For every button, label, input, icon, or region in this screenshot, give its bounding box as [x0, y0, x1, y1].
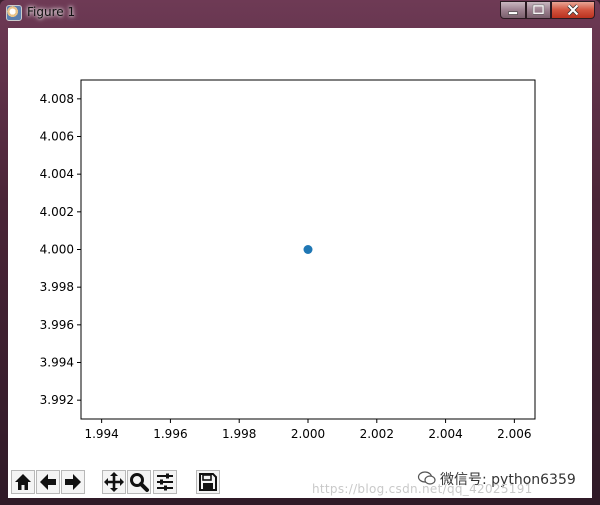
- figure-canvas: 1.994 1.996 1.998 2.000 2.002 2.004 2.006 3.99…: [8, 28, 592, 498]
- save-icon: [199, 473, 217, 491]
- y-tick-label: 3.998: [40, 280, 74, 294]
- title-bar[interactable]: Figure 1: [0, 0, 600, 26]
- scatter-point: [303, 245, 313, 254]
- y-tick-label: 4.006: [40, 130, 74, 144]
- x-tick-label: 1.994: [84, 427, 118, 441]
- forward-button[interactable]: [61, 470, 85, 494]
- zoom-button[interactable]: [127, 470, 151, 494]
- zoom-icon: [130, 473, 149, 492]
- y-tick-label: 4.002: [40, 205, 74, 219]
- x-tick-label: 2.002: [360, 427, 394, 441]
- pan-button[interactable]: [102, 470, 126, 494]
- figure-window: Figure 1 1.994 1.996 1.998 2.000 2.002 2.004 2…: [0, 0, 600, 505]
- scatter-chart[interactable]: 1.994 1.996 1.998 2.000 2.002 2.004 2.006 3.99…: [8, 28, 592, 468]
- x-tick-label: 2.004: [428, 427, 462, 441]
- y-tick-label: 3.994: [40, 356, 74, 370]
- app-icon: [6, 5, 22, 21]
- x-tick-label: 2.000: [291, 427, 325, 441]
- minimize-icon: [508, 11, 518, 15]
- y-tick-label: 4.008: [40, 92, 74, 106]
- watermark-url: https://blog.csdn.net/qq_42025191: [312, 482, 533, 496]
- pan-icon: [104, 472, 124, 492]
- configure-subplots-button[interactable]: [153, 470, 177, 494]
- back-arrow-icon: [40, 474, 56, 490]
- window-title: Figure 1: [27, 5, 76, 19]
- x-tick-label: 1.996: [153, 427, 187, 441]
- x-tick-label: 2.006: [497, 427, 531, 441]
- forward-arrow-icon: [65, 474, 81, 490]
- y-tick-label: 3.996: [40, 318, 74, 332]
- home-button[interactable]: [11, 470, 35, 494]
- y-tick-label: 4.000: [40, 243, 74, 257]
- back-button[interactable]: [36, 470, 60, 494]
- subplots-config-icon: [157, 473, 173, 491]
- close-icon: [567, 4, 579, 16]
- x-tick-label: 1.998: [222, 427, 256, 441]
- close-button[interactable]: [551, 1, 595, 19]
- save-button[interactable]: [196, 470, 220, 494]
- maximize-button[interactable]: [526, 1, 551, 19]
- y-tick-label: 4.004: [40, 167, 74, 181]
- home-icon: [15, 474, 31, 490]
- y-tick-label: 3.992: [40, 393, 74, 407]
- maximize-icon: [532, 4, 545, 15]
- minimize-button[interactable]: [500, 1, 526, 19]
